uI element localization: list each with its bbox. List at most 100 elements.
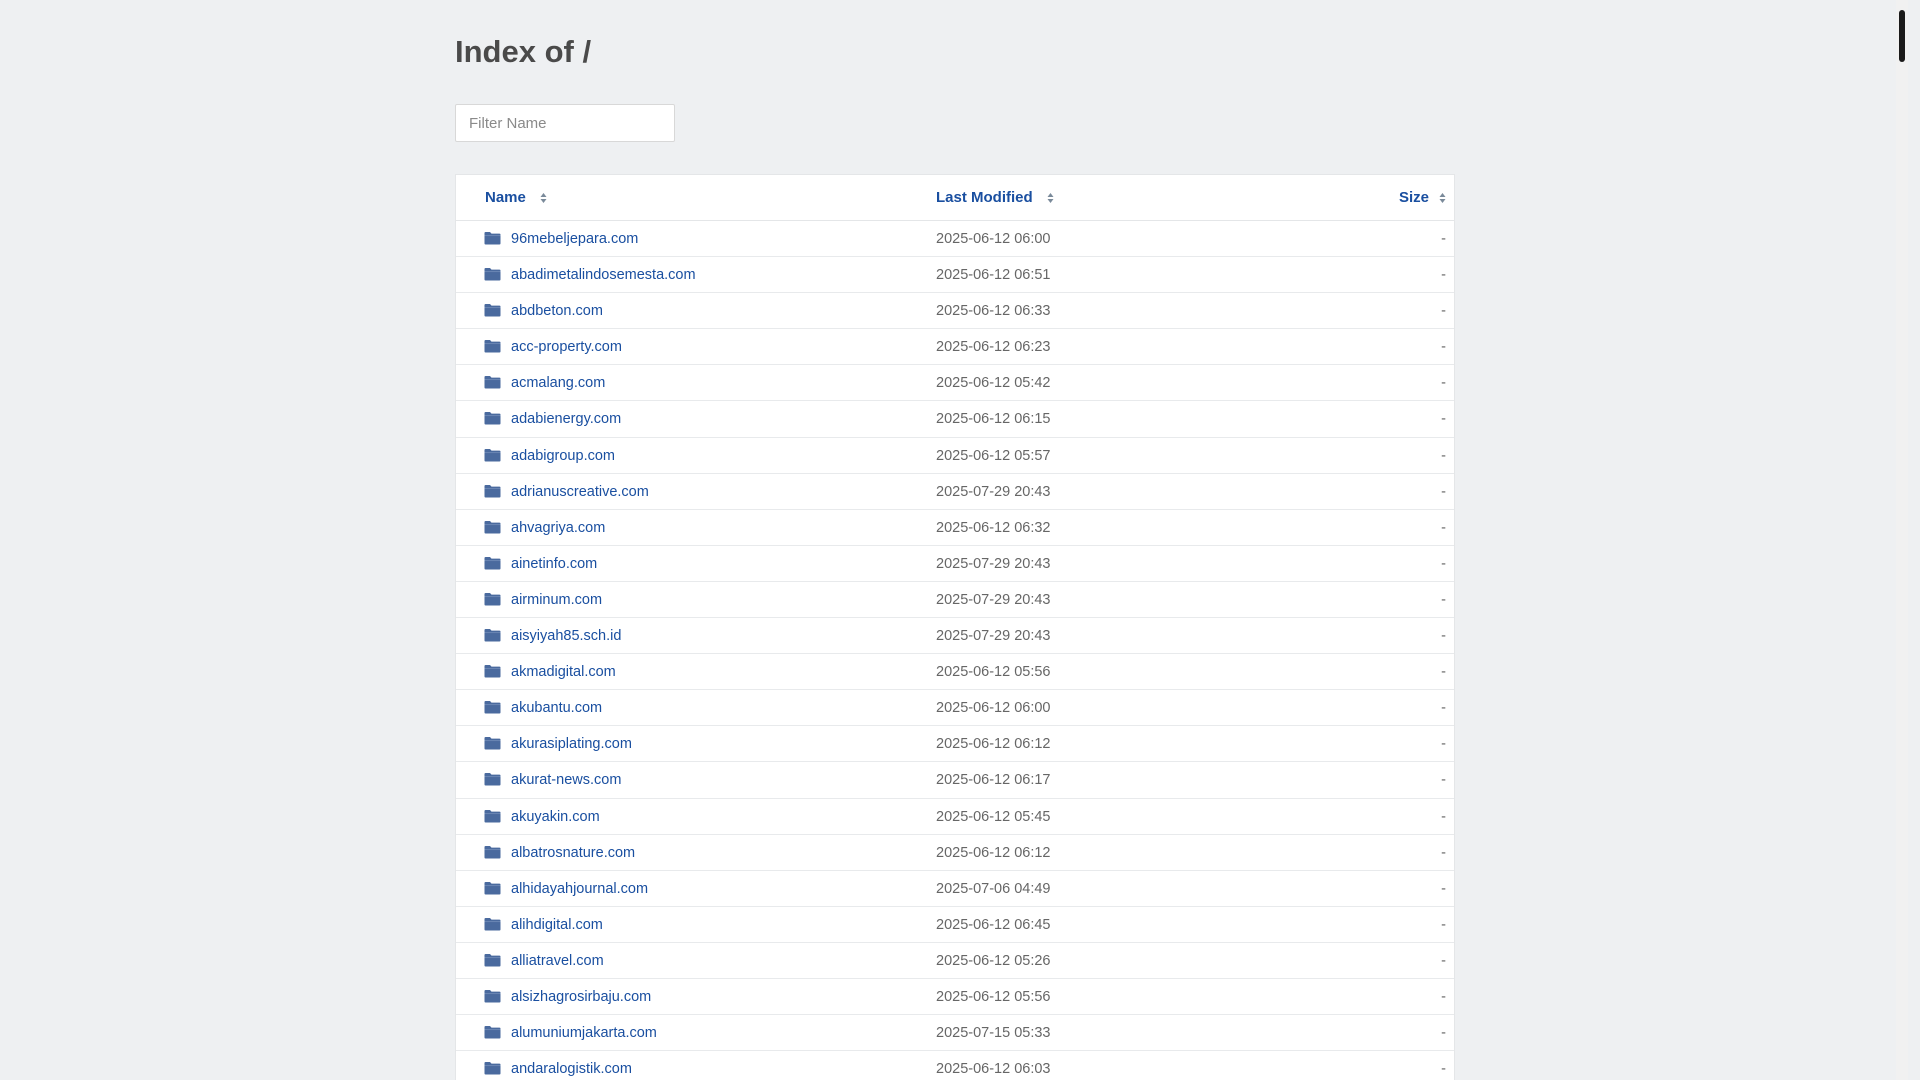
entry-name-link[interactable]: andaralogistik.com — [511, 1061, 632, 1077]
entry-name-link[interactable]: adabigroup.com — [511, 448, 615, 464]
entry-last-modified: 2025-07-29 20:43 — [936, 591, 1051, 608]
folder-icon — [484, 556, 501, 570]
entry-name-link[interactable]: adabienergy.com — [511, 411, 621, 427]
entry-size: - — [1441, 772, 1446, 789]
entry-name-link[interactable]: albatrosnature.com — [511, 845, 635, 861]
entry-name-link[interactable]: abadimetalindosemesta.com — [511, 267, 696, 283]
table-row: alliatravel.com 2025-06-12 05:26 - — [456, 943, 1454, 979]
entry-name-link[interactable]: alumuniumjakarta.com — [511, 1025, 657, 1041]
entry-name-link[interactable]: akurat-news.com — [511, 772, 621, 788]
column-header-name: Name — [485, 189, 526, 206]
folder-icon — [484, 953, 501, 967]
entry-size: - — [1441, 411, 1446, 428]
entry-size: - — [1441, 447, 1446, 464]
entry-size: - — [1441, 988, 1446, 1005]
entry-last-modified: 2025-06-12 06:33 — [936, 303, 1051, 320]
entry-last-modified: 2025-06-12 05:57 — [936, 447, 1051, 464]
entry-last-modified: 2025-06-12 06:45 — [936, 916, 1051, 933]
entry-last-modified: 2025-06-12 06:00 — [936, 231, 1051, 247]
entry-name-link[interactable]: ainetinfo.com — [511, 556, 597, 572]
sort-arrows-icon — [540, 193, 547, 203]
entry-size: - — [1441, 916, 1446, 933]
entry-last-modified: 2025-06-12 06:15 — [936, 411, 1051, 428]
entry-size: - — [1441, 1025, 1446, 1042]
folder-icon — [484, 520, 501, 534]
entry-last-modified: 2025-06-12 06:23 — [936, 339, 1051, 356]
file-listing-table: Name Last Modified Size 96mebeljepara.co… — [455, 174, 1455, 1080]
entry-last-modified: 2025-06-12 06:32 — [936, 519, 1051, 536]
entry-name-link[interactable]: adrianuscreative.com — [511, 484, 649, 500]
sort-by-last-modified-link[interactable]: Last Modified — [936, 189, 1054, 206]
entry-last-modified: 2025-06-12 05:56 — [936, 988, 1051, 1005]
entry-name-link[interactable]: akmadigital.com — [511, 664, 616, 680]
entry-last-modified: 2025-06-12 06:12 — [936, 736, 1051, 753]
table-row: adrianuscreative.com 2025-07-29 20:43 - — [456, 474, 1454, 510]
entry-last-modified: 2025-06-12 06:17 — [936, 772, 1051, 789]
folder-icon — [484, 989, 501, 1003]
table-row: akurasiplating.com 2025-06-12 06:12 - — [456, 726, 1454, 763]
table-row: abdbeton.com 2025-06-12 06:33 - — [456, 293, 1454, 330]
entry-last-modified: 2025-06-12 06:00 — [936, 700, 1051, 717]
entry-size: - — [1441, 483, 1446, 500]
table-row: albatrosnature.com 2025-06-12 06:12 - — [456, 835, 1454, 871]
folder-icon — [484, 917, 501, 931]
entry-last-modified: 2025-06-12 06:12 — [936, 844, 1051, 861]
folder-icon — [484, 629, 501, 642]
table-body: 96mebeljepara.com 2025-06-12 06:00 - abadim… — [456, 221, 1454, 1080]
entry-size: - — [1441, 231, 1446, 247]
table-row: alumuniumjakarta.com 2025-07-15 05:33 - — [456, 1015, 1454, 1052]
entry-name-link[interactable]: aisyiyah85.sch.id — [511, 628, 621, 644]
entry-name-link[interactable]: alsizhagrosirbaju.com — [511, 989, 651, 1005]
entry-name-link[interactable]: acmalang.com — [511, 375, 605, 391]
entry-size: - — [1441, 700, 1446, 717]
entry-name-link[interactable]: alihdigital.com — [511, 917, 603, 933]
entry-name-link[interactable]: akurasiplating.com — [511, 736, 632, 752]
entry-last-modified: 2025-06-12 05:45 — [936, 808, 1051, 825]
table-header: Name Last Modified Size — [456, 175, 1454, 221]
table-row: alsizhagrosirbaju.com 2025-06-12 05:56 - — [456, 979, 1454, 1016]
table-row: alhidayahjournal.com 2025-07-06 04:49 - — [456, 871, 1454, 907]
entry-last-modified: 2025-06-12 05:26 — [936, 952, 1051, 969]
entry-last-modified: 2025-07-06 04:49 — [936, 880, 1051, 897]
folder-icon — [484, 412, 501, 425]
filter-name-input[interactable] — [455, 104, 675, 142]
column-header-size: Size — [1398, 189, 1429, 206]
entry-size: - — [1441, 880, 1446, 897]
folder-icon — [484, 773, 501, 786]
column-header-last-modified: Last Modified — [936, 189, 1033, 206]
entry-name-link[interactable]: ahvagriya.com — [511, 520, 605, 536]
table-row: acc-property.com 2025-06-12 06:23 - — [456, 329, 1454, 366]
entry-size: - — [1441, 591, 1446, 608]
table-row: airminum.com 2025-07-29 20:43 - — [456, 582, 1454, 619]
entry-name-link[interactable]: airminum.com — [511, 592, 602, 608]
entry-name-link[interactable]: akubantu.com — [511, 700, 602, 716]
entry-size: - — [1441, 808, 1446, 825]
folder-icon — [484, 665, 501, 678]
scrollbar-thumb[interactable] — [1899, 10, 1905, 62]
folder-icon — [484, 592, 501, 606]
table-row: alihdigital.com 2025-06-12 06:45 - — [456, 907, 1454, 943]
entry-size: - — [1441, 844, 1446, 861]
entry-size: - — [1441, 519, 1446, 536]
folder-icon — [484, 376, 501, 389]
entry-name-link[interactable]: alliatravel.com — [511, 953, 604, 969]
entry-last-modified: 2025-06-12 06:51 — [936, 267, 1051, 284]
entry-last-modified: 2025-07-15 05:33 — [936, 1025, 1051, 1042]
entry-last-modified: 2025-06-12 06:03 — [936, 1061, 1051, 1078]
entry-name-link[interactable]: 96mebeljepara.com — [511, 231, 638, 247]
entry-last-modified: 2025-07-29 20:43 — [936, 555, 1051, 572]
folder-icon — [484, 232, 501, 245]
entry-name-link[interactable]: acc-property.com — [511, 339, 622, 355]
table-row: abadimetalindosemesta.com 2025-06-12 06:5… — [456, 257, 1454, 294]
folder-icon — [484, 448, 501, 462]
entry-name-link[interactable]: alhidayahjournal.com — [511, 881, 648, 897]
entry-size: - — [1441, 664, 1446, 681]
page-viewport: Index of / Name Last Modified Size 96meb… — [0, 0, 1908, 1080]
entry-name-link[interactable]: akuyakin.com — [511, 809, 600, 825]
sort-by-size-link[interactable]: Size — [1399, 189, 1446, 206]
folder-icon — [484, 340, 501, 353]
entry-size: - — [1441, 1061, 1446, 1078]
entry-name-link[interactable]: abdbeton.com — [511, 303, 603, 319]
vertical-scrollbar[interactable] — [1896, 0, 1908, 1080]
sort-by-name-link[interactable]: Name — [485, 189, 547, 206]
